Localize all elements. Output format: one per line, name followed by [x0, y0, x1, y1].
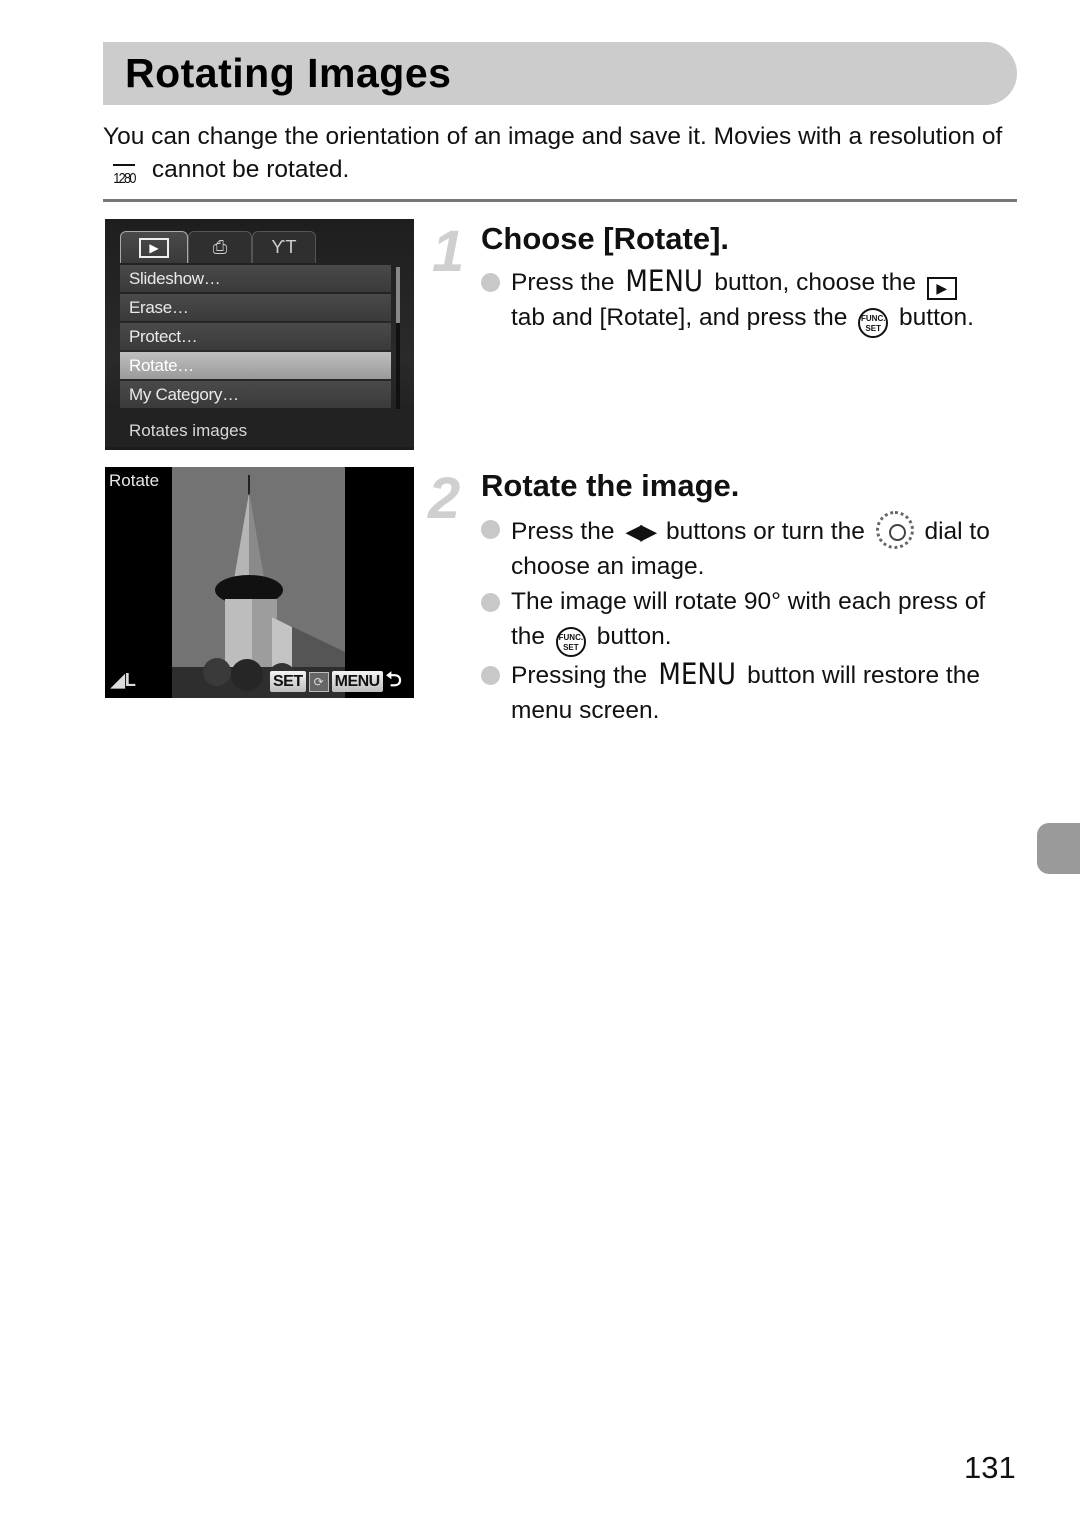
tab-print[interactable]: ⎙ — [188, 231, 252, 263]
return-icon: ⮌ — [385, 668, 402, 691]
left-right-buttons-icon: ◀▶ — [625, 519, 657, 544]
camera-rotate-screenshot: Rotate ◢L SET ⟳ MENU ⮌ — [105, 467, 414, 698]
menu-item-erase[interactable]: Erase… — [120, 294, 391, 321]
func-label: FUNC. — [861, 314, 886, 323]
playback-tab-icon: ▶ — [139, 237, 169, 258]
menu-tabs: ▶ ⎙ ƳT — [120, 231, 316, 263]
rotate-screen-label: Rotate — [109, 471, 160, 490]
bullet-dot-icon — [481, 273, 500, 292]
menu-item-protect[interactable]: Protect… — [120, 323, 391, 350]
osd-controls: SET ⟳ MENU ⮌ — [270, 669, 402, 692]
text: Press the — [511, 518, 615, 545]
bullet-dot-icon — [481, 520, 500, 539]
playback-icon: ▶ — [926, 277, 957, 300]
step-2-bullet-2: The image will rotate 90° with each pres… — [481, 584, 1026, 657]
text: buttons or turn the — [665, 518, 865, 545]
image-size-icon: ◢L — [111, 670, 136, 690]
step-number-1: 1 — [432, 219, 465, 284]
set-label: SET — [865, 324, 882, 333]
text: button. — [899, 304, 974, 331]
set-button-icon: SET — [270, 671, 306, 692]
func-set-button-icon: FUNC. SET — [858, 308, 889, 338]
text: button, choose the — [714, 269, 916, 296]
camera-menu-screenshot: ▶ ⎙ ƳT Slideshow… Erase… Protect… Rotate… — [105, 219, 414, 450]
intro-paragraph: You can change the orientation of an ima… — [103, 120, 1013, 192]
control-dial-icon — [875, 511, 914, 549]
step-2-bullet-1: Press the ◀▶ buttons or turn the dial to… — [481, 511, 1026, 584]
bullet-dot-icon — [481, 666, 500, 685]
text: button. — [596, 623, 672, 650]
step-1-bullets: Press the MENU button, choose the ▶ tab … — [481, 264, 1026, 338]
text: tab and [Rotate], and press the — [511, 304, 848, 331]
movie-resolution-icon: 1280 — [112, 164, 136, 192]
set-label: SET — [563, 643, 579, 652]
church-illustration — [172, 467, 345, 698]
step-2-title: Rotate the image. — [481, 468, 740, 503]
step-1-title: Choose [Rotate]. — [481, 221, 729, 256]
tab-settings[interactable]: ƳT — [252, 231, 316, 263]
step-2-bullets: Press the ◀▶ buttons or turn the dial to… — [481, 511, 1026, 728]
menu-item-my-category[interactable]: My Category… — [120, 381, 391, 408]
rotate-icon: ⟳ — [308, 671, 329, 692]
print-tab-icon: ⎙ — [212, 237, 228, 257]
page-number: 131 — [964, 1450, 1016, 1485]
menu-list: Slideshow… Erase… Protect… Rotate… My Ca… — [120, 265, 391, 410]
divider — [103, 199, 1017, 202]
text: Press the — [511, 269, 615, 296]
menu-item-slideshow[interactable]: Slideshow… — [120, 265, 391, 292]
step-1-bullet-1: Press the MENU button, choose the ▶ tab … — [481, 264, 1026, 338]
settings-tab-icon: ƳT — [271, 237, 297, 257]
menu-item-rotate[interactable]: Rotate… — [120, 352, 391, 379]
intro-text-1: You can change the orientation of an ima… — [103, 123, 1003, 150]
chapter-side-tab — [1037, 823, 1080, 874]
tab-playback[interactable]: ▶ — [120, 231, 188, 263]
bullet-dot-icon — [481, 593, 500, 612]
church-photo — [172, 467, 345, 698]
scrollbar-thumb[interactable] — [396, 267, 400, 323]
section-title-bar: Rotating Images — [103, 42, 1017, 105]
intro-text-2: cannot be rotated. — [151, 156, 350, 183]
menu-scrollbar[interactable] — [396, 267, 400, 409]
func-label: FUNC. — [558, 633, 584, 642]
menu-button-icon: MENU — [658, 657, 736, 691]
text: Pressing the — [511, 662, 648, 689]
menu-button-icon: MENU — [331, 671, 383, 692]
menu-button-icon: MENU — [625, 264, 704, 298]
page-title: Rotating Images — [125, 50, 452, 96]
step-number-2: 2 — [428, 466, 461, 531]
step-2-bullet-3: Pressing the MENU button will restore th… — [481, 657, 1026, 728]
func-set-button-icon: FUNC. SET — [555, 627, 586, 657]
menu-hint: Rotates images — [105, 415, 414, 447]
